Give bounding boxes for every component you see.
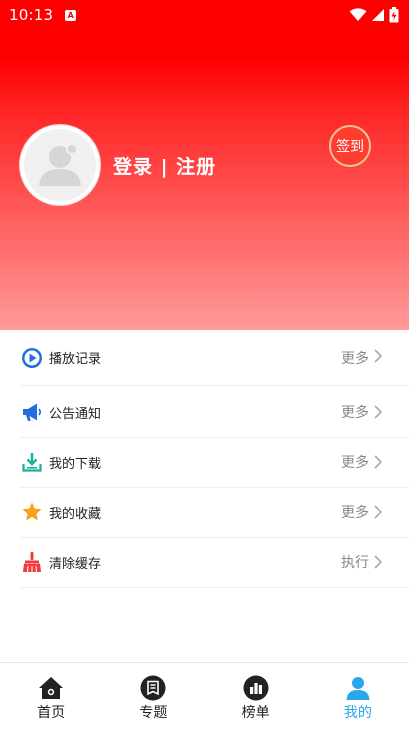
menu-label: 公告通知 — [49, 406, 102, 422]
more-link[interactable]: 更多 — [341, 502, 369, 522]
status-bar: 10:13 A — [0, 0, 409, 30]
default-avatar-icon — [39, 143, 81, 186]
battery-icon — [389, 7, 399, 23]
tab-mine[interactable]: 我的 — [307, 663, 409, 729]
avatar[interactable] — [20, 125, 100, 205]
menu-item-play-history[interactable]: 播放记录 更多 — [0, 331, 409, 384]
menu-item-favorites[interactable]: 我的收藏 更多 — [0, 487, 409, 537]
signin-button[interactable]: 签到 — [329, 125, 371, 167]
tab-label: 专题 — [139, 705, 168, 721]
play-circle-icon — [22, 347, 42, 368]
menu-label: 我的收藏 — [49, 506, 102, 522]
topic-icon — [140, 675, 166, 701]
menu-item-downloads[interactable]: 我的下载 更多 — [0, 437, 409, 487]
chevron-right-icon — [374, 555, 383, 569]
signal-icon — [372, 9, 384, 21]
execute-link[interactable]: 执行 — [341, 552, 369, 572]
megaphone-icon — [23, 403, 42, 421]
tab-ranking[interactable]: 榜单 — [205, 663, 307, 729]
login-register-link[interactable]: 登录 | 注册 — [113, 152, 216, 179]
star-icon — [22, 502, 42, 521]
wifi-icon — [349, 8, 367, 21]
tab-label: 榜单 — [241, 705, 270, 721]
more-link[interactable]: 更多 — [341, 402, 369, 422]
tab-label: 我的 — [343, 705, 372, 721]
menu-label: 播放记录 — [49, 352, 102, 367]
user-icon — [346, 677, 370, 700]
tab-topics[interactable]: 专题 — [102, 663, 204, 729]
menu-item-announcements[interactable]: 公告通知 更多 — [0, 387, 409, 437]
chevron-right-icon — [374, 455, 383, 469]
status-time: 10:13 — [9, 6, 54, 24]
more-link[interactable]: 更多 — [341, 452, 369, 472]
menu-label: 清除缓存 — [49, 556, 102, 572]
chevron-right-icon — [374, 405, 383, 419]
tab-home[interactable]: 首页 — [0, 663, 102, 729]
chevron-right-icon — [374, 505, 383, 519]
menu-list: 播放记录 更多 公告通知 更多 我的下载 更多 我的收藏 更多 清除缓存 执行 — [0, 331, 409, 588]
ranking-icon — [243, 675, 269, 701]
tab-label: 首页 — [37, 705, 66, 721]
notification-icon: A — [65, 9, 77, 21]
more-link[interactable]: 更多 — [341, 348, 369, 368]
menu-label: 我的下载 — [49, 456, 102, 472]
home-icon — [39, 677, 64, 699]
divider — [20, 385, 409, 386]
profile-header: 登录 | 注册 签到 — [0, 30, 409, 330]
broom-icon — [23, 552, 41, 573]
menu-item-clear-cache[interactable]: 清除缓存 执行 — [0, 537, 409, 587]
chevron-right-icon — [374, 349, 383, 363]
divider — [20, 587, 409, 588]
download-icon — [22, 453, 42, 472]
bottom-navigation: 首页 专题 榜单 我的 — [0, 662, 409, 729]
